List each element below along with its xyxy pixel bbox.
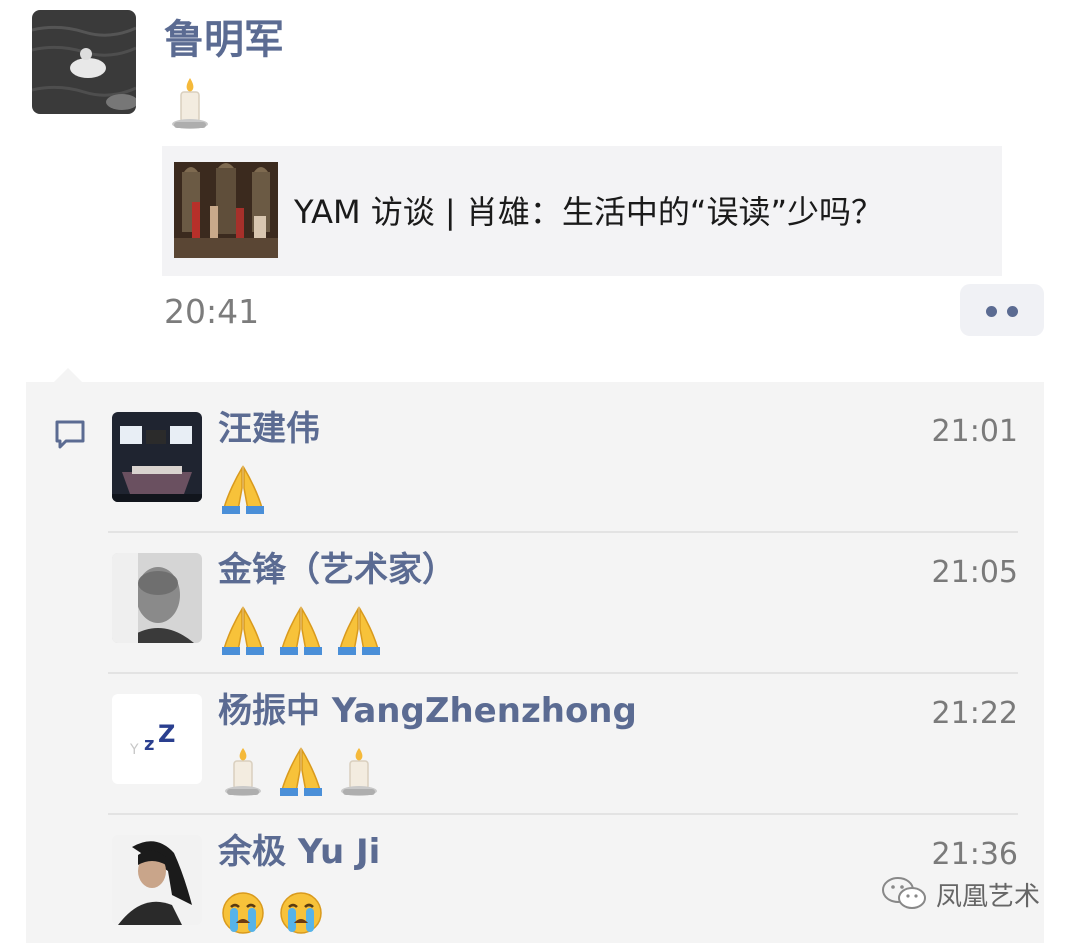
- comment-divider: [108, 531, 1018, 533]
- watermark: 凤凰艺术: [880, 872, 1040, 916]
- article-title: YAM 访谈 | 肖雄：生活中的“误读”少吗？: [294, 193, 884, 231]
- commenter-avatar[interactable]: [112, 835, 202, 925]
- svg-text:z: z: [144, 734, 154, 755]
- commenter-name[interactable]: 金锋（艺术家）: [218, 547, 456, 593]
- folded-hands-emoji: [280, 606, 322, 655]
- post-author-name[interactable]: 鲁明军: [164, 14, 284, 66]
- crying-face-emoji: [222, 892, 264, 934]
- commenter-avatar[interactable]: [112, 412, 202, 502]
- dot-icon: [1007, 306, 1018, 317]
- post-timestamp: 20:41: [164, 292, 260, 331]
- svg-text:Z: Z: [158, 720, 175, 748]
- comment-divider: [108, 672, 1018, 674]
- candle-emoji: [225, 748, 261, 796]
- commenter-avatar[interactable]: Y z Z: [112, 694, 202, 784]
- article-thumbnail: [174, 162, 278, 258]
- comment-content: [218, 603, 384, 659]
- commenter-name[interactable]: 汪建伟: [218, 406, 320, 452]
- watermark-text: 凤凰艺术: [936, 881, 1041, 912]
- shared-article-card[interactable]: YAM 访谈 | 肖雄：生活中的“误读”少吗？: [162, 146, 1002, 276]
- comment-divider: [108, 813, 1018, 815]
- folded-hands-emoji: [222, 465, 264, 514]
- crying-face-emoji: [280, 892, 322, 934]
- commenter-name[interactable]: 杨振中 YangZhenzhong: [218, 688, 637, 734]
- comment-content: [218, 462, 268, 518]
- folded-hands-emoji: [280, 747, 322, 796]
- comment-row[interactable]: Y z Z 杨振中 YangZhenzhong 21:22: [108, 672, 1018, 813]
- comment-row[interactable]: 汪建伟 21:01: [108, 390, 1018, 531]
- more-actions-button[interactable]: [960, 284, 1044, 336]
- comment-timestamp: 21:01: [931, 414, 1018, 449]
- comment-timestamp: 21:05: [931, 555, 1018, 590]
- candle-emoji: [341, 748, 377, 796]
- comment-timestamp: 21:22: [931, 696, 1018, 731]
- comment-timestamp: 21:36: [931, 837, 1018, 872]
- comment-row[interactable]: 金锋（艺术家） 21:05: [108, 531, 1018, 672]
- folded-hands-emoji: [338, 606, 380, 655]
- folded-hands-emoji: [222, 606, 264, 655]
- commenter-name[interactable]: 余极 Yu Ji: [218, 829, 380, 875]
- post-author-avatar[interactable]: [32, 10, 136, 114]
- commenter-avatar[interactable]: [112, 553, 202, 643]
- candle-emoji: [168, 76, 212, 132]
- svg-text:Y: Y: [129, 742, 139, 758]
- comment-bubble-icon: [52, 416, 88, 452]
- dot-icon: [986, 306, 997, 317]
- wechat-icon: [882, 877, 926, 909]
- comment-content: [218, 744, 384, 800]
- comment-content: [218, 885, 326, 941]
